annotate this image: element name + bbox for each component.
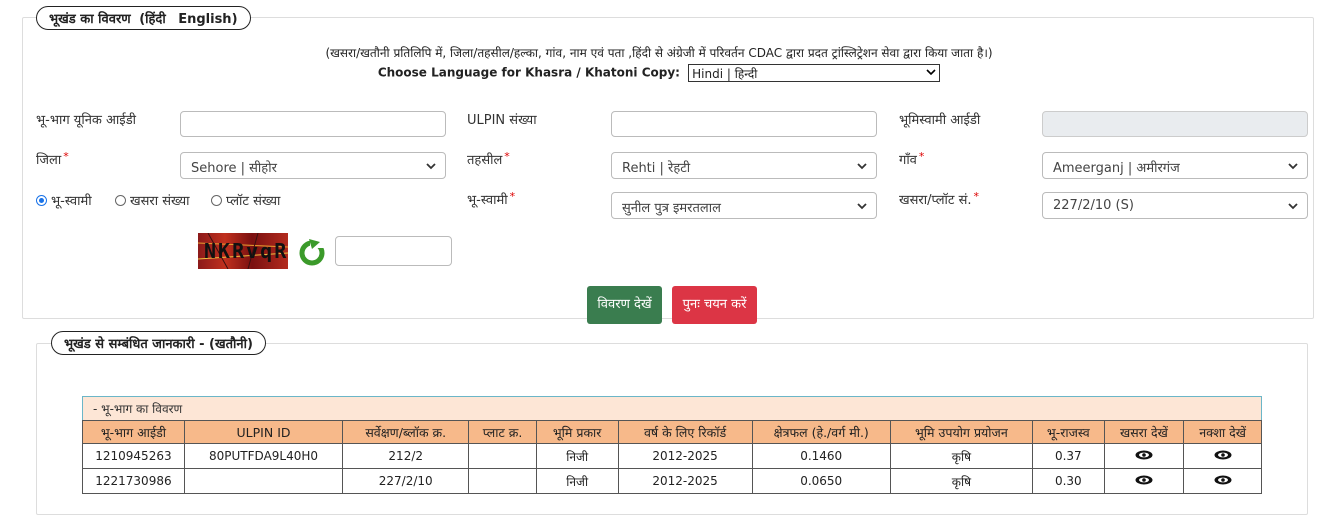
cell-record-year: 2012-2025: [617, 468, 753, 494]
legend-hindi-link[interactable]: (हिंदी: [139, 12, 165, 27]
cell-plot: [468, 443, 537, 469]
chevron-down-icon: [857, 163, 867, 170]
owner-select[interactable]: सुनील पुत्र इमरतलाल: [611, 192, 877, 219]
col-record-year: वर्ष के लिए रिकॉर्ड: [617, 420, 753, 444]
radio-dot: [36, 195, 47, 206]
radio-plot[interactable]: प्लॉट संख्या: [211, 191, 280, 209]
captcha-input[interactable]: [335, 236, 452, 266]
village-label: गाँव *: [899, 150, 925, 168]
captcha-image: NKRvqR: [198, 233, 288, 269]
cell-revenue: 0.30: [1032, 468, 1105, 494]
table-header-row: भू-भाग आईडी ULPIN ID सर्वेक्षण/ब्लॉक क्र…: [82, 420, 1262, 444]
table-caption: - भू-भाग का विवरण: [82, 396, 1262, 420]
cell-revenue: 0.37: [1032, 443, 1105, 469]
language-select[interactable]: Hindi | हिन्दी: [688, 64, 941, 82]
eye-icon[interactable]: [1214, 450, 1232, 460]
cell-land-use: कृषि: [889, 468, 1034, 494]
chevron-down-icon: [857, 203, 867, 210]
col-map-view: नक्शा देखें: [1183, 420, 1262, 444]
eye-icon[interactable]: [1135, 475, 1153, 485]
cell-area: 0.0650: [751, 468, 891, 494]
cell-land-type: निजी: [535, 443, 619, 469]
chevron-down-icon: [426, 163, 436, 170]
cell-survey: 227/2/10: [342, 468, 470, 494]
table-row: 1221730986 227/2/10 निजी 2012-2025 0.065…: [82, 468, 1262, 494]
cell-area: 0.1460: [751, 443, 891, 469]
col-survey: सर्वेक्षण/ब्लॉक क्र.: [342, 420, 470, 444]
khatauni-legend: भूखंड से सम्बंधित जानकारी - (खतौनी): [51, 331, 266, 355]
reset-button[interactable]: पुनः चयन करें: [672, 286, 757, 324]
radio-owner[interactable]: भू-स्वामी: [36, 191, 92, 209]
khasra-select[interactable]: 227/2/10 (S): [1042, 192, 1308, 219]
col-land-type: भूमि प्रकार: [535, 420, 619, 444]
view-details-button[interactable]: विवरण देखें: [587, 286, 662, 324]
cell-land-use: कृषि: [889, 443, 1034, 469]
col-land-id: भू-भाग आईडी: [82, 420, 185, 444]
owner-id-label: भूमिस्वामी आईडी: [899, 113, 981, 128]
owner-label: भू-स्वामी *: [467, 190, 516, 208]
cell-land-id: 1221730986: [82, 468, 185, 494]
transliteration-note: (खसरा/खतौनी प्रतिलिपि में, जिला/तहसील/हल…: [325, 46, 993, 60]
col-area: क्षेत्रफल (हे./वर्ग मी.): [751, 420, 891, 444]
cell-ulpin: 80PUTFDA9L40H0: [183, 443, 344, 469]
chevron-down-icon: [1288, 163, 1298, 170]
ulpin-label: ULPIN संख्या: [467, 113, 537, 128]
col-revenue: भू-राजस्व: [1032, 420, 1105, 444]
radio-dot: [211, 195, 222, 206]
view-khasra-cell: [1103, 468, 1185, 494]
legend-english-link[interactable]: English): [178, 12, 237, 27]
cell-plot: [468, 468, 537, 494]
land-parcel-table: - भू-भाग का विवरण भू-भाग आईडी ULPIN ID स…: [82, 396, 1262, 494]
owner-select-value: सुनील पुत्र इमरतलाल: [622, 201, 721, 216]
eye-icon[interactable]: [1135, 450, 1153, 460]
district-label: जिला *: [36, 150, 69, 168]
khasra-label: खसरा/प्लॉट सं. *: [899, 190, 980, 208]
tehsil-label: तहसील *: [467, 150, 510, 168]
chevron-down-icon: [1288, 203, 1298, 210]
eye-icon[interactable]: [1214, 475, 1232, 485]
col-ulpin: ULPIN ID: [183, 420, 344, 444]
cell-land-type: निजी: [535, 468, 619, 494]
tehsil-select[interactable]: Rehti | रेहटी: [611, 152, 877, 179]
view-khasra-cell: [1103, 443, 1185, 469]
radio-dot: [115, 195, 126, 206]
col-land-use: भूमि उपयोग प्रयोजन: [889, 420, 1034, 444]
village-select[interactable]: Ameerganj | अमीरगंज: [1042, 152, 1308, 179]
land-unique-id-input[interactable]: [180, 111, 446, 137]
owner-id-input: [1042, 111, 1308, 137]
district-select[interactable]: Sehore | सीहोर: [180, 152, 446, 179]
language-row: Choose Language for Khasra / Khatoni Cop…: [0, 64, 1318, 82]
cell-record-year: 2012-2025: [617, 443, 753, 469]
land-details-legend: भूखंड का विवरण (हिंदी English): [36, 6, 251, 30]
village-select-value: Ameerganj | अमीरगंज: [1053, 161, 1180, 176]
legend-title: भूखंड का विवरण: [49, 12, 131, 27]
district-select-value: Sehore | सीहोर: [191, 161, 277, 176]
cell-ulpin: [183, 468, 344, 494]
language-select-value: Hindi | हिन्दी: [692, 67, 758, 81]
ulpin-input[interactable]: [611, 111, 877, 137]
khatauni-legend-title: भूखंड से सम्बंधित जानकारी - (खतौनी): [64, 337, 253, 352]
refresh-captcha-icon[interactable]: [296, 236, 328, 268]
tehsil-select-value: Rehti | रेहटी: [622, 161, 691, 176]
radio-khasra[interactable]: खसरा संख्या: [115, 191, 190, 209]
chevron-down-icon: [926, 69, 936, 76]
language-label: Choose Language for Khasra / Khatoni Cop…: [377, 65, 680, 80]
captcha-text: NKRvqR: [204, 239, 288, 263]
view-map-cell: [1183, 443, 1262, 469]
col-plot: प्लाट क्र.: [468, 420, 537, 444]
table-row: 1210945263 80PUTFDA9L40H0 212/2 निजी 201…: [82, 443, 1262, 469]
khasra-select-value: 227/2/10 (S): [1053, 198, 1134, 213]
land-unique-id-label: भू-भाग यूनिक आईडी: [36, 113, 137, 128]
cell-survey: 212/2: [342, 443, 470, 469]
col-khasra-view: खसरा देखें: [1103, 420, 1185, 444]
cell-land-id: 1210945263: [82, 443, 185, 469]
view-map-cell: [1183, 468, 1262, 494]
